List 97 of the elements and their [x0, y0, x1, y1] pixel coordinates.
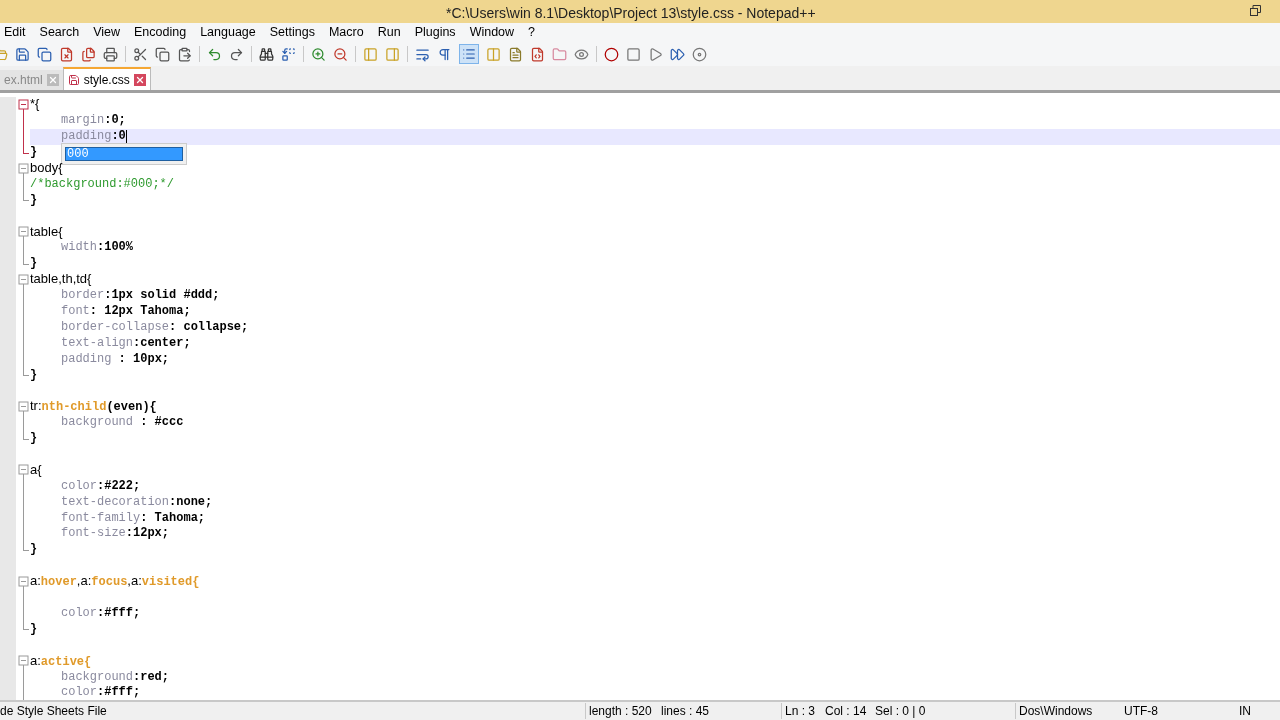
tab-label: ex.html [4, 72, 43, 89]
panel-left-icon[interactable] [363, 46, 378, 62]
list-icon [462, 47, 476, 61]
column-label: Col : 14 [825, 703, 868, 720]
cut-icon[interactable] [133, 46, 148, 62]
code-file-icon[interactable] [530, 46, 545, 62]
code-line: table{ [30, 223, 63, 241]
code-line: text-decoration:none; [61, 494, 213, 510]
replace-icon[interactable] [281, 46, 296, 62]
fold-toggle-icon[interactable] [17, 462, 29, 479]
code-line: } [30, 367, 38, 383]
code-line: *{ [30, 96, 40, 114]
encoding-label: UTF-8 [1124, 703, 1159, 720]
code-line: /*background:#000;*/ [30, 176, 175, 192]
lines-label: lines : 45 [661, 703, 711, 720]
print-icon[interactable] [103, 46, 118, 62]
line-ending-label: Dos\Windows [1019, 703, 1094, 720]
pilcrow-icon[interactable] [437, 46, 452, 62]
wrap-icon[interactable] [415, 46, 430, 62]
menu-item[interactable]: Run [377, 23, 401, 42]
close-all-icon[interactable] [81, 46, 96, 62]
folder-icon[interactable] [552, 46, 567, 62]
fold-toggle-icon[interactable] [17, 224, 29, 241]
tab-label: style.css [83, 71, 130, 89]
menu-item[interactable]: Plugins [414, 23, 456, 42]
code-line: background : #ccc [61, 415, 184, 431]
panel-right-icon[interactable] [385, 46, 400, 62]
code-line: } [30, 256, 38, 272]
document-icon[interactable] [508, 46, 523, 62]
menu-item[interactable]: Settings [269, 23, 315, 42]
save-all-icon[interactable] [37, 46, 52, 62]
code-line: border-collapse: collapse; [61, 319, 249, 335]
code-line: color:#222; [61, 478, 141, 494]
menu-item[interactable]: Window [469, 23, 515, 42]
fold-toggle-icon[interactable] [17, 398, 29, 415]
fold-toggle-icon[interactable] [17, 653, 29, 670]
zoom-out-icon[interactable] [333, 46, 348, 62]
code-line: } [30, 145, 38, 161]
code-line: table,th,td{ [30, 271, 92, 289]
redo-icon[interactable] [229, 46, 244, 62]
code-line: margin:0; [61, 113, 126, 129]
code-line: } [30, 542, 38, 558]
code-line: background:red; [61, 669, 170, 685]
menu-item[interactable]: Search [39, 23, 80, 42]
eye-icon[interactable] [574, 46, 589, 62]
code-line: a{ [30, 461, 42, 479]
save-icon[interactable] [15, 46, 30, 62]
code-line: a:active{ [30, 652, 92, 670]
fold-toggle-icon[interactable] [17, 573, 29, 590]
code-line: } [30, 192, 38, 208]
stop-icon[interactable] [626, 46, 641, 62]
close-tab-icon[interactable] [133, 73, 146, 86]
restore-window-icon[interactable] [1250, 5, 1261, 16]
code-line: padding : 10px; [61, 351, 170, 367]
copy-icon[interactable] [155, 46, 170, 62]
play-icon[interactable] [648, 46, 663, 62]
fold-toggle-icon[interactable] [17, 160, 29, 177]
code-line: font-size:12px; [61, 526, 170, 542]
code-line: border:1px solid #ddd; [61, 288, 220, 304]
menu-item[interactable]: Edit [4, 23, 26, 42]
fold-toggle-icon[interactable] [17, 96, 29, 113]
code-line: } [30, 621, 38, 637]
window-title: *C:\Users\win 8.1\Desktop\Project 13\style.css - Notepad++ [446, 4, 816, 23]
record-icon[interactable] [604, 46, 619, 62]
code-line: text-align:center; [61, 335, 191, 351]
menu-item[interactable]: Language [200, 23, 256, 42]
menu-item[interactable]: Encoding [134, 23, 187, 42]
columns-icon[interactable] [486, 46, 501, 62]
indent-guide-button[interactable] [459, 44, 479, 64]
length-label: length : 520 [589, 703, 653, 720]
file-type-label: de Style Sheets File [0, 703, 108, 720]
code-line: a:hover,a:focus,a:visited{ [30, 573, 200, 591]
code-line: color:#fff; [61, 605, 141, 621]
file-tab[interactable]: style.css [62, 67, 151, 90]
code-line: } [30, 431, 38, 447]
code-line: tr:nth-child(even){ [30, 398, 157, 416]
code-line: width:100% [61, 240, 134, 256]
line-label: Ln : 3 [785, 703, 817, 720]
fold-toggle-icon[interactable] [17, 271, 29, 288]
file-icon [67, 73, 80, 86]
insert-mode-label: IN [1239, 703, 1251, 720]
find-icon[interactable] [259, 46, 274, 62]
code-line: body{ [30, 160, 63, 177]
code-line: font-family: Tahoma; [61, 510, 206, 526]
fast-forward-icon[interactable] [670, 46, 685, 62]
menu-item[interactable]: ? [528, 23, 536, 42]
menu-item[interactable]: View [93, 23, 121, 42]
selection-label: Sel : 0 | 0 [875, 703, 927, 720]
close-file-icon[interactable] [59, 46, 74, 62]
code-line: color:#fff; [61, 685, 141, 700]
save-macro-icon[interactable] [692, 46, 707, 62]
code-line: font: 12px Tahoma; [61, 304, 191, 319]
menu-item[interactable]: Macro [328, 23, 364, 42]
zoom-in-icon[interactable] [311, 46, 326, 62]
text-caret [125, 129, 127, 143]
paste-icon[interactable] [177, 46, 192, 62]
undo-icon[interactable] [207, 46, 222, 62]
